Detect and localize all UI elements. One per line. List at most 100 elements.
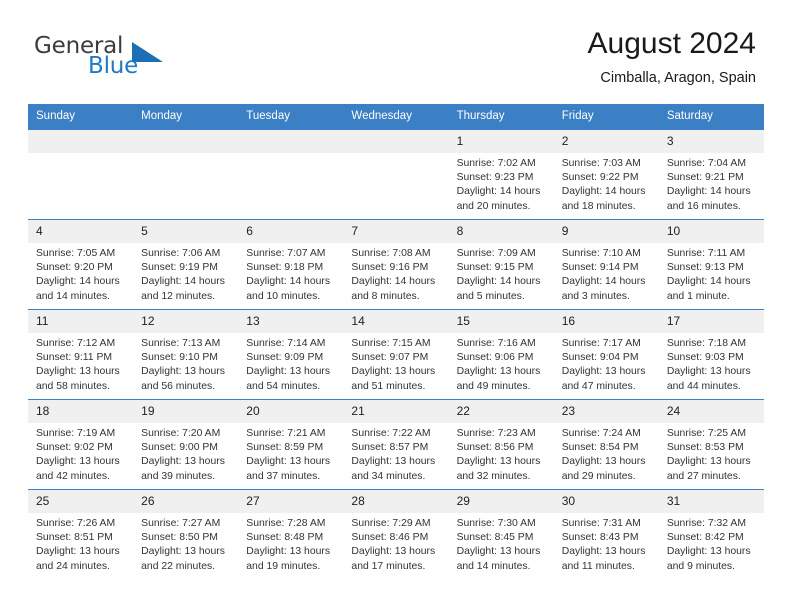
- sunset-text: Sunset: 9:00 PM: [141, 442, 218, 454]
- weekday-header-friday: Friday: [553, 104, 659, 130]
- calendar-day-cell[interactable]: 8 Sunrise: 7:09 AM Sunset: 9:15 PM Daylight…: [448, 219, 554, 310]
- sunset-text: Sunset: 8:42 PM: [666, 532, 744, 544]
- calendar-week-row: 25 Sunrise: 7:26 AM Sunset: 8:51 PM Dayligh…: [28, 489, 764, 580]
- calendar-week-row: 11 Sunrise: 7:12 AM Sunset: 9:11 PM Dayligh…: [28, 309, 764, 400]
- sunset-text: Sunset: 9:22 PM: [561, 172, 639, 184]
- daylight-text: Daylight: 13 hours and 27 minutes.: [666, 456, 751, 482]
- daylight-text: Daylight: 14 hours and 5 minutes.: [456, 276, 541, 302]
- calendar-day-cell[interactable]: 11 Sunrise: 7:12 AM Sunset: 9:11 PM Dayligh…: [28, 309, 134, 400]
- calendar-day-cell[interactable]: 17 Sunrise: 7:18 AM Sunset: 9:03 PM Dayligh…: [658, 309, 764, 400]
- calendar-day-cell[interactable]: 7 Sunrise: 7:08 AM Sunset: 9:16 PM Daylight…: [343, 219, 449, 310]
- calendar-day-cell[interactable]: 14 Sunrise: 7:15 AM Sunset: 9:07 PM Dayligh…: [343, 309, 449, 400]
- calendar-day-cell[interactable]: 13 Sunrise: 7:14 AM Sunset: 9:09 PM Dayligh…: [238, 309, 344, 400]
- calendar-day-cell[interactable]: 3 Sunrise: 7:04 AM Sunset: 9:21 PM Daylight…: [658, 129, 764, 220]
- calendar-day-cell[interactable]: 24 Sunrise: 7:25 AM Sunset: 8:53 PM Dayligh…: [658, 399, 764, 490]
- daylight-text: Daylight: 13 hours and 37 minutes.: [246, 456, 331, 482]
- daylight-text: Daylight: 13 hours and 44 minutes.: [666, 366, 751, 392]
- sunrise-text: Sunrise: 7:03 AM: [561, 158, 641, 169]
- day-details: Sunrise: 7:12 AM Sunset: 9:11 PM Daylight:…: [28, 333, 133, 394]
- calendar-day-cell-empty: [28, 129, 134, 220]
- calendar-day-cell[interactable]: 4 Sunrise: 7:05 AM Sunset: 9:20 PM Daylight…: [28, 219, 134, 310]
- calendar-grid: Sunday Monday Tuesday Wednesday Thursday Frid…: [28, 104, 764, 580]
- day-number: 15: [448, 310, 554, 333]
- calendar-day-cell[interactable]: 19 Sunrise: 7:20 AM Sunset: 9:00 PM Dayligh…: [133, 399, 239, 490]
- daylight-text: Daylight: 13 hours and 32 minutes.: [456, 456, 541, 482]
- calendar-day-cell[interactable]: 6 Sunrise: 7:07 AM Sunset: 9:18 PM Daylight…: [238, 219, 344, 310]
- calendar-day-cell[interactable]: 5 Sunrise: 7:06 AM Sunset: 9:19 PM Daylight…: [133, 219, 239, 310]
- calendar-day-cell[interactable]: 9 Sunrise: 7:10 AM Sunset: 9:14 PM Daylight…: [553, 219, 659, 310]
- daylight-text: Daylight: 14 hours and 8 minutes.: [351, 276, 436, 302]
- daylight-text: Daylight: 14 hours and 1 minute.: [666, 276, 751, 302]
- calendar-day-cell[interactable]: 27 Sunrise: 7:28 AM Sunset: 8:48 PM Dayligh…: [238, 489, 344, 580]
- sunset-text: Sunset: 9:07 PM: [351, 352, 429, 364]
- calendar-day-cell[interactable]: 20 Sunrise: 7:21 AM Sunset: 8:59 PM Dayligh…: [238, 399, 344, 490]
- sunrise-text: Sunrise: 7:20 AM: [141, 428, 221, 439]
- calendar-day-cell[interactable]: 29 Sunrise: 7:30 AM Sunset: 8:45 PM Dayligh…: [448, 489, 554, 580]
- day-details: Sunrise: 7:03 AM Sunset: 9:22 PM Daylight:…: [554, 153, 659, 214]
- sunrise-text: Sunrise: 7:06 AM: [141, 248, 221, 259]
- calendar-day-cell[interactable]: 16 Sunrise: 7:17 AM Sunset: 9:04 PM Dayligh…: [553, 309, 659, 400]
- sunrise-text: Sunrise: 7:24 AM: [561, 428, 641, 439]
- sunset-text: Sunset: 9:09 PM: [246, 352, 324, 364]
- sunset-text: Sunset: 9:15 PM: [456, 262, 534, 274]
- sunrise-text: Sunrise: 7:31 AM: [561, 518, 641, 529]
- day-details: Sunrise: 7:07 AM Sunset: 9:18 PM Daylight:…: [238, 243, 343, 304]
- daylight-text: Daylight: 13 hours and 49 minutes.: [456, 366, 541, 392]
- calendar-day-cell[interactable]: 15 Sunrise: 7:16 AM Sunset: 9:06 PM Dayligh…: [448, 309, 554, 400]
- day-number: 8: [448, 220, 554, 243]
- weekday-header-row: Sunday Monday Tuesday Wednesday Thursday Frid…: [28, 104, 764, 130]
- calendar-day-cell[interactable]: 22 Sunrise: 7:23 AM Sunset: 8:56 PM Dayligh…: [448, 399, 554, 490]
- calendar-day-cell[interactable]: 30 Sunrise: 7:31 AM Sunset: 8:43 PM Dayligh…: [553, 489, 659, 580]
- sunset-text: Sunset: 8:51 PM: [36, 532, 113, 544]
- calendar-day-cell[interactable]: 21 Sunrise: 7:22 AM Sunset: 8:57 PM Dayligh…: [343, 399, 449, 490]
- sunset-text: Sunset: 9:19 PM: [141, 262, 218, 274]
- daylight-text: Daylight: 14 hours and 12 minutes.: [141, 276, 225, 302]
- calendar-day-cell-empty: [343, 129, 449, 220]
- day-number: 1: [448, 130, 554, 153]
- calendar-day-cell[interactable]: 23 Sunrise: 7:24 AM Sunset: 8:54 PM Dayligh…: [553, 399, 659, 490]
- daylight-text: Daylight: 14 hours and 14 minutes.: [36, 276, 120, 302]
- sunrise-text: Sunrise: 7:07 AM: [246, 248, 326, 259]
- logo-text-blue: Blue: [88, 53, 139, 79]
- day-number: 25: [28, 490, 134, 513]
- sunset-text: Sunset: 8:57 PM: [351, 442, 429, 454]
- day-details: Sunrise: 7:31 AM Sunset: 8:43 PM Daylight:…: [554, 513, 659, 574]
- calendar-day-cell[interactable]: 31 Sunrise: 7:32 AM Sunset: 8:42 PM Dayligh…: [658, 489, 764, 580]
- sunset-text: Sunset: 9:18 PM: [246, 262, 324, 274]
- daylight-text: Daylight: 13 hours and 19 minutes.: [246, 546, 331, 572]
- day-details: Sunrise: 7:28 AM Sunset: 8:48 PM Daylight:…: [238, 513, 343, 574]
- day-number: 27: [238, 490, 344, 513]
- day-number: 17: [658, 310, 764, 333]
- calendar-day-cell[interactable]: 10 Sunrise: 7:11 AM Sunset: 9:13 PM Dayligh…: [658, 219, 764, 310]
- calendar-day-cell[interactable]: 12 Sunrise: 7:13 AM Sunset: 9:10 PM Dayligh…: [133, 309, 239, 400]
- sunset-text: Sunset: 9:11 PM: [36, 352, 113, 364]
- calendar-day-cell[interactable]: 26 Sunrise: 7:27 AM Sunset: 8:50 PM Dayligh…: [133, 489, 239, 580]
- day-number: 4: [28, 220, 134, 243]
- calendar-page: General Blue August 2024 Cimballa, Arago…: [0, 0, 792, 612]
- daylight-text: Daylight: 13 hours and 47 minutes.: [561, 366, 646, 392]
- daylight-text: Daylight: 13 hours and 14 minutes.: [456, 546, 541, 572]
- calendar-day-cell[interactable]: 1 Sunrise: 7:02 AM Sunset: 9:23 PM Daylight…: [448, 129, 554, 220]
- day-details: Sunrise: 7:04 AM Sunset: 9:21 PM Daylight:…: [659, 153, 764, 214]
- day-details: Sunrise: 7:22 AM Sunset: 8:57 PM Daylight:…: [343, 423, 448, 484]
- sunrise-text: Sunrise: 7:15 AM: [351, 338, 431, 349]
- sunset-text: Sunset: 8:53 PM: [666, 442, 744, 454]
- sunset-text: Sunset: 9:03 PM: [666, 352, 744, 364]
- daylight-text: Daylight: 13 hours and 9 minutes.: [666, 546, 751, 572]
- sunset-text: Sunset: 9:16 PM: [351, 262, 429, 274]
- general-blue-logo[interactable]: General Blue: [34, 33, 254, 85]
- sunrise-text: Sunrise: 7:16 AM: [456, 338, 536, 349]
- day-number: 3: [658, 130, 764, 153]
- calendar-week-row: 18 Sunrise: 7:19 AM Sunset: 9:02 PM Dayligh…: [28, 399, 764, 490]
- day-number: 11: [28, 310, 134, 333]
- sunrise-text: Sunrise: 7:30 AM: [456, 518, 536, 529]
- day-number: 9: [553, 220, 659, 243]
- calendar-day-cell[interactable]: 2 Sunrise: 7:03 AM Sunset: 9:22 PM Daylight…: [553, 129, 659, 220]
- calendar-day-cell[interactable]: 28 Sunrise: 7:29 AM Sunset: 8:46 PM Dayligh…: [343, 489, 449, 580]
- calendar-day-cell[interactable]: 18 Sunrise: 7:19 AM Sunset: 9:02 PM Dayligh…: [28, 399, 134, 490]
- weekday-header-thursday: Thursday: [448, 104, 554, 130]
- day-details: Sunrise: 7:27 AM Sunset: 8:50 PM Daylight:…: [133, 513, 238, 574]
- calendar-day-cell[interactable]: 25 Sunrise: 7:26 AM Sunset: 8:51 PM Dayligh…: [28, 489, 134, 580]
- day-number: 12: [133, 310, 239, 333]
- sunset-text: Sunset: 9:06 PM: [456, 352, 534, 364]
